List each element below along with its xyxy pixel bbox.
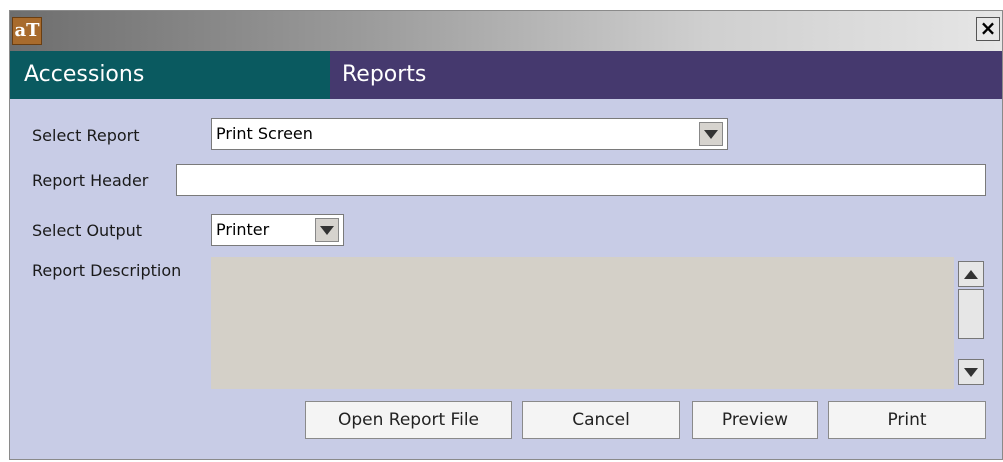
scroll-thumb[interactable] xyxy=(958,289,984,339)
report-header-label: Report Header xyxy=(32,171,149,190)
select-report-label: Select Report xyxy=(32,126,140,145)
select-output-label: Select Output xyxy=(32,221,143,240)
select-output-dropdown[interactable]: Printer xyxy=(211,214,344,246)
select-report-dropdown[interactable]: Print Screen xyxy=(211,118,728,150)
select-report-value: Print Screen xyxy=(216,124,313,143)
tab-reports[interactable]: Reports xyxy=(330,51,1002,99)
chevron-down-icon[interactable] xyxy=(699,122,723,146)
open-report-file-button[interactable]: Open Report File xyxy=(305,401,512,439)
select-output-value: Printer xyxy=(216,220,270,239)
chevron-down-icon[interactable] xyxy=(315,218,339,242)
app-logo-icon: aT xyxy=(12,17,42,45)
print-button[interactable]: Print xyxy=(828,401,986,439)
description-scrollbar[interactable] xyxy=(955,257,987,389)
report-header-input[interactable] xyxy=(176,164,986,196)
cancel-button[interactable]: Cancel xyxy=(522,401,680,439)
tab-bar: Accessions Reports xyxy=(10,51,1002,99)
report-dialog-window: aT × Accessions Reports Select Report Pr… xyxy=(9,10,1003,460)
close-button[interactable]: × xyxy=(976,17,1000,41)
report-description-label: Report Description xyxy=(32,261,182,280)
tab-accessions[interactable]: Accessions xyxy=(10,51,330,99)
preview-button[interactable]: Preview xyxy=(692,401,818,439)
scroll-down-arrow-icon[interactable] xyxy=(958,359,984,385)
report-description-text xyxy=(211,257,954,389)
title-bar[interactable]: aT × xyxy=(10,11,1002,51)
scroll-up-arrow-icon[interactable] xyxy=(958,261,984,287)
